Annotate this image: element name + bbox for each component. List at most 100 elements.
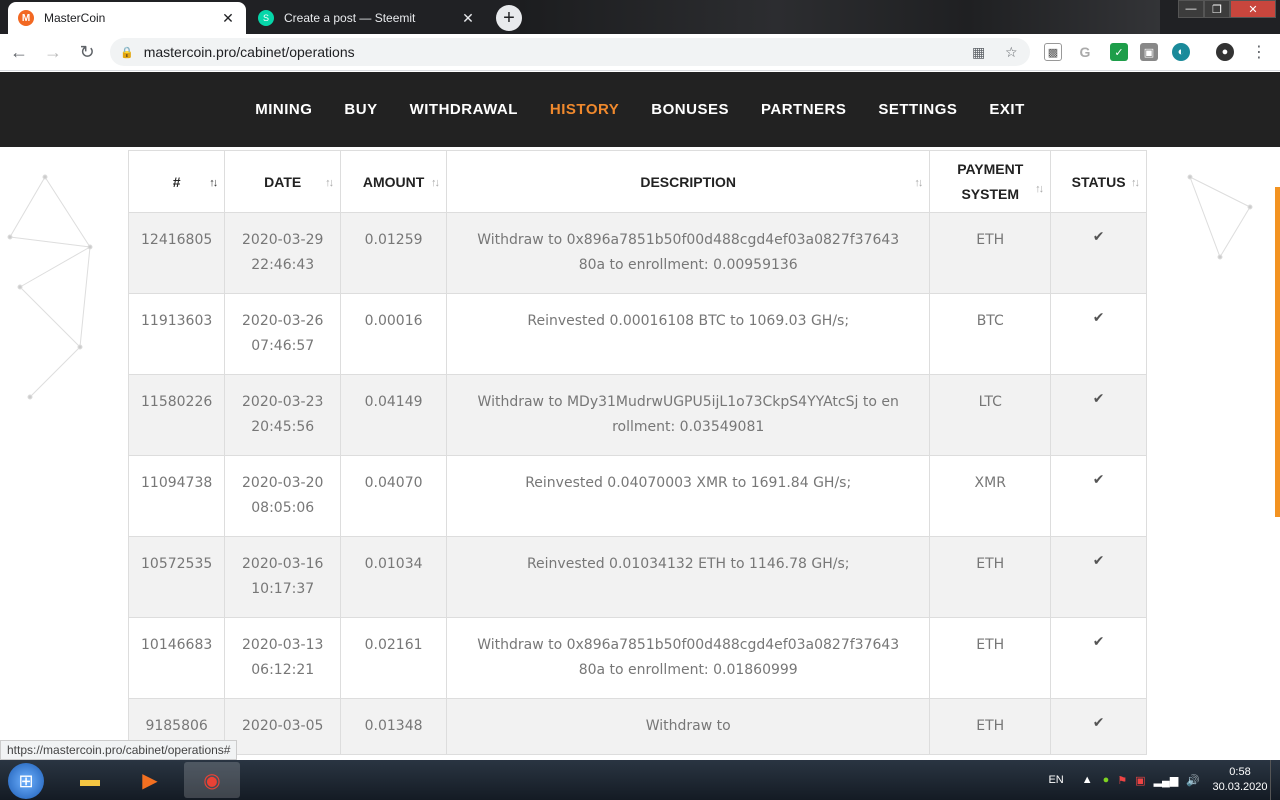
back-button[interactable]: ← [4,37,34,67]
media-player-taskbar-icon[interactable]: ▶ [122,762,178,798]
menu-icon[interactable]: ⋮ [1250,43,1268,61]
tab-mastercoin[interactable]: M MasterCoin ✕ [8,2,246,34]
nav-withdrawal[interactable]: WITHDRAWAL [410,101,518,118]
table-row: 12416805 2020-03-29 22:46:43 0.01259 With… [127,212,1147,294]
monero-icon: M [18,10,34,26]
nav-mining[interactable]: MINING [255,101,312,118]
browser-toolbar: ← → ↻ 🔒 mastercoin.pro/cabinet/operation… [0,34,1280,71]
system-tray: EN ▲ ● ⚑ ▣ ▂▄▆ 🔊 0:58 30.03.2020 [1048,760,1280,800]
star-icon[interactable]: ☆ [1005,44,1018,61]
nav-settings[interactable]: SETTINGS [878,101,957,118]
sort-icon[interactable]: ↑↓ [1035,177,1044,202]
sort-icon[interactable]: ↑↓ [1131,177,1140,189]
explorer-taskbar-icon[interactable]: ▬ [62,762,118,798]
language-indicator[interactable]: EN [1048,774,1063,786]
maximize-button[interactable]: ❐ [1204,0,1230,18]
tray-app-icon[interactable]: ● [1103,774,1110,786]
cell-id: 10146683 [127,617,226,699]
tab-steemit[interactable]: S Create a post — Steemit ✕ [248,2,486,34]
check-icon: ✔ [1050,212,1147,294]
browser-tab-strip: M MasterCoin ✕ S Create a post — Steemit… [0,0,1280,34]
col-header-number[interactable]: # ↑↓ [127,150,226,213]
cell-system: ETH [929,212,1052,294]
cell-system: ETH [929,536,1052,618]
cell-description: Reinvested 0.01034132 ETH to 1146.78 GH/… [446,536,931,618]
col-header-payment-system[interactable]: PAYMENT SYSTEM ↑↓ [929,150,1052,213]
cell-description: Withdraw to 0x896a7851b50f00d488cgd4ef03… [446,212,931,294]
table-row: 9185806 2020-03-05 0.01348 Withdraw to E… [127,698,1147,755]
cell-description: Withdraw to [446,698,931,755]
forward-button[interactable]: → [38,37,68,67]
action-center-icon[interactable]: ⚑ [1117,774,1127,787]
url-text: mastercoin.pro/cabinet/operations [143,44,355,60]
network-decoration-right [1187,174,1253,260]
cell-amount: 0.04070 [340,455,448,537]
start-button[interactable]: ⊞ [8,763,44,799]
google-extension-icon[interactable]: G [1076,43,1094,61]
circle-extension-icon[interactable]: ◐ [1172,43,1190,61]
show-desktop-button[interactable] [1270,760,1280,800]
lock-icon[interactable]: 🔒 [120,46,134,59]
cell-date: 2020-03-29 22:46:43 [224,212,342,294]
minimize-button[interactable]: — [1178,0,1204,18]
cell-amount: 0.01034 [340,536,448,618]
table-row: 11094738 2020-03-20 08:05:06 0.04070 Rein… [127,455,1147,537]
nav-exit[interactable]: EXIT [989,101,1024,118]
chrome-taskbar-icon[interactable]: ◉ [184,762,240,798]
operations-content: # ↑↓ DATE ↑↓ AMOUNT ↑↓ DESCRIPTION ↑↓ PAYMEN… [0,147,1280,760]
col-header-amount[interactable]: AMOUNT ↑↓ [340,150,448,213]
nav-buy[interactable]: BUY [344,101,377,118]
check-icon: ✔ [1050,698,1147,755]
power-icon[interactable]: ▣ [1135,774,1145,787]
table-header-row: # ↑↓ DATE ↑↓ AMOUNT ↑↓ DESCRIPTION ↑↓ PAYMEN… [127,150,1147,213]
close-tab-icon[interactable]: ✕ [220,10,236,26]
volume-icon[interactable]: 🔊 [1186,774,1200,787]
col-header-status[interactable]: STATUS ↑↓ [1050,150,1147,213]
qr-extension-icon[interactable]: ▩ [1044,43,1062,61]
cell-id: 10572535 [127,536,226,618]
clock[interactable]: 0:58 30.03.2020 [1210,765,1270,795]
clock-time: 0:58 [1229,766,1251,778]
profile-avatar[interactable]: ● [1216,43,1234,61]
close-tab-icon[interactable]: ✕ [460,10,476,26]
cell-id: 12416805 [127,212,226,294]
shield-extension-icon[interactable]: ✓ [1110,43,1128,61]
scroll-indicator[interactable] [1275,187,1280,517]
check-icon: ✔ [1050,374,1147,456]
col-header-date[interactable]: DATE ↑↓ [224,150,342,213]
new-tab-button[interactable]: + [496,5,522,31]
cell-date: 2020-03-26 07:46:57 [224,293,342,375]
cell-id: 11913603 [127,293,226,375]
col-header-description[interactable]: DESCRIPTION ↑↓ [446,150,931,213]
window-controls: — ❐ ✕ [1178,0,1276,18]
cell-amount: 0.01348 [340,698,448,755]
sort-icon[interactable]: ↑↓ [325,177,334,189]
close-window-button[interactable]: ✕ [1230,0,1276,18]
nav-bonuses[interactable]: BONUSES [651,101,729,118]
nav-partners[interactable]: PARTNERS [761,101,846,118]
cell-amount: 0.01259 [340,212,448,294]
puzzle-extension-icon[interactable]: ▣ [1140,43,1158,61]
cell-amount: 0.02161 [340,617,448,699]
sort-icon[interactable]: ↑↓ [209,177,218,189]
check-icon: ✔ [1050,617,1147,699]
steemit-icon: S [258,10,274,26]
status-bar-url: https://mastercoin.pro/cabinet/operation… [0,740,238,760]
site-navigation: MINING BUY WITHDRAWAL HISTORY BONUSES PA… [0,72,1280,147]
nav-history[interactable]: HISTORY [550,101,619,118]
cell-date: 2020-03-23 20:45:56 [224,374,342,456]
tray-expand-icon[interactable]: ▲ [1082,774,1093,786]
translate-icon[interactable]: ▦ [972,44,985,61]
sort-icon[interactable]: ↑↓ [914,177,923,189]
cell-amount: 0.04149 [340,374,448,456]
sort-icon[interactable]: ↑↓ [431,177,440,189]
network-icon[interactable]: ▂▄▆ [1154,774,1179,787]
tab-title: Create a post — Steemit [284,11,416,25]
cell-date: 2020-03-20 08:05:06 [224,455,342,537]
cell-system: ETH [929,698,1052,755]
tab-title: MasterCoin [44,11,106,25]
tab-strip-background [520,0,1160,34]
cell-date: 2020-03-16 10:17:37 [224,536,342,618]
address-bar[interactable]: 🔒 mastercoin.pro/cabinet/operations ▦ ☆ [110,38,1030,66]
reload-button[interactable]: ↻ [72,37,102,67]
